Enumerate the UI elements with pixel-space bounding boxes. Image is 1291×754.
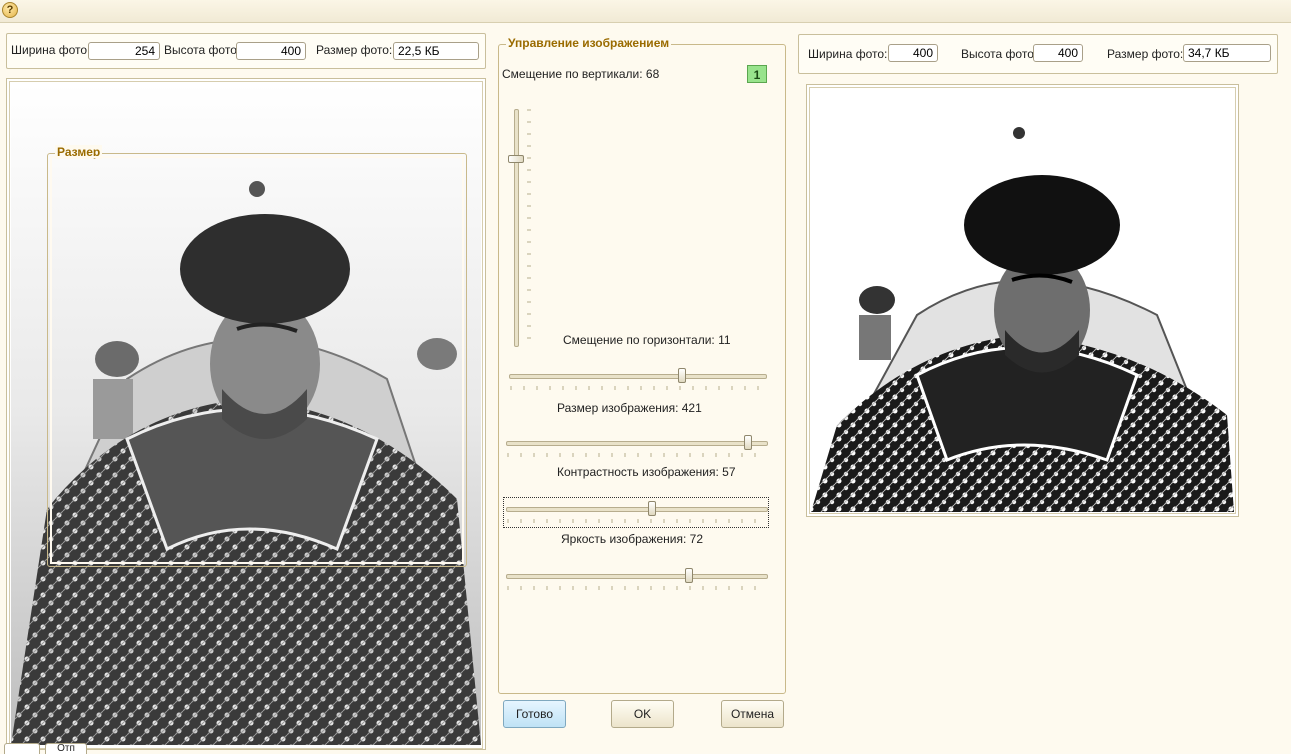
bottom-tab-1[interactable] xyxy=(4,743,40,754)
left-size-label: Размер фото: xyxy=(316,43,393,57)
left-width-field[interactable] xyxy=(88,42,160,60)
left-width-label: Ширина фото: xyxy=(11,43,91,57)
right-width-label: Ширина фото: xyxy=(808,47,888,61)
top-toolbar: ? xyxy=(0,0,1291,23)
crop-inner-border xyxy=(50,156,464,564)
right-width-field[interactable] xyxy=(888,44,938,62)
ok-button[interactable]: OK xyxy=(611,700,674,728)
left-photo-frame: Размер xyxy=(6,78,486,750)
cancel-button[interactable]: Отмена xyxy=(721,700,784,728)
right-size-field[interactable] xyxy=(1183,44,1271,62)
right-height-field[interactable] xyxy=(1033,44,1083,62)
left-size-field[interactable] xyxy=(393,42,479,60)
image-controls-group: Управление изображением Смещение по верт… xyxy=(498,36,786,694)
slider-ticks xyxy=(507,386,759,590)
right-portrait-image xyxy=(811,89,1234,512)
done-button[interactable]: Готово xyxy=(503,700,566,728)
right-photo-info: Ширина фото: Высота фото: Размер фото: xyxy=(798,34,1278,74)
left-height-field[interactable] xyxy=(236,42,306,60)
left-height-label: Высота фото: xyxy=(164,43,241,57)
right-size-label: Размер фото: xyxy=(1107,47,1184,61)
right-photo-frame xyxy=(806,84,1239,517)
crop-size-frame[interactable]: Размер xyxy=(47,145,467,567)
bottom-tab-2[interactable]: Отп xyxy=(45,743,87,754)
left-photo-info: Ширина фото: Высота фото: Размер фото: xyxy=(6,33,486,69)
right-height-label: Высота фото: xyxy=(961,47,1038,61)
help-icon[interactable]: ? xyxy=(2,2,18,18)
